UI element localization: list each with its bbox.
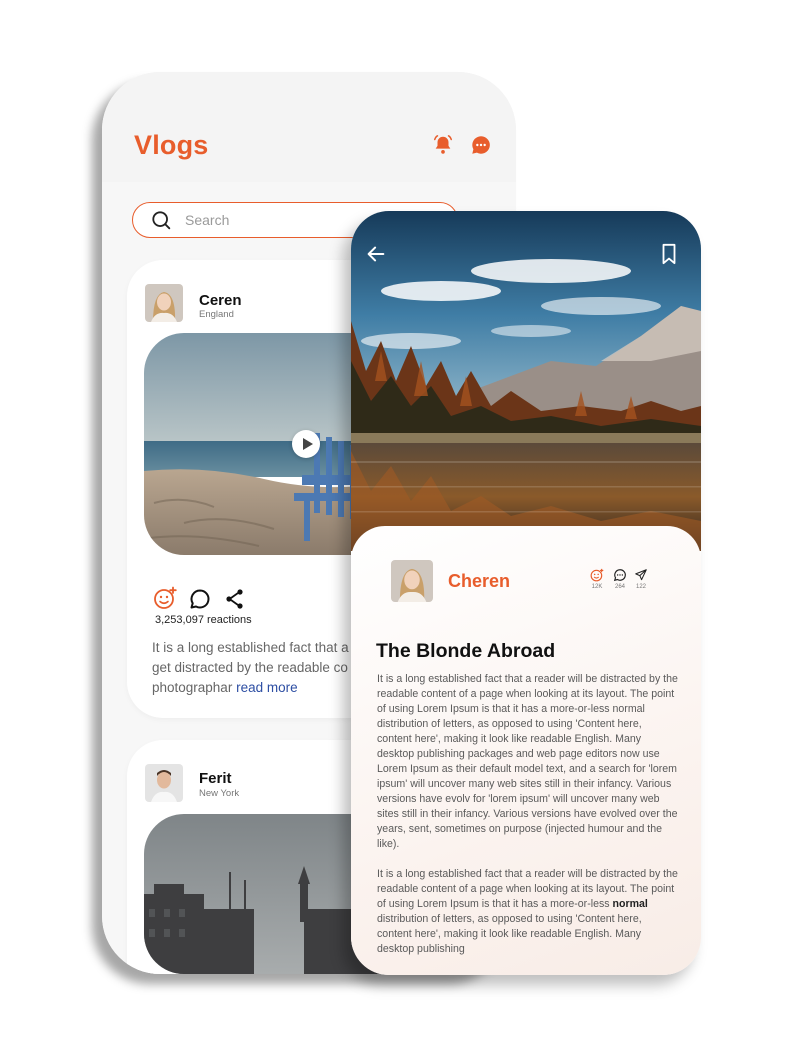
add-reaction-icon[interactable] [153,586,177,610]
post-line: get distracted by the readable co [152,660,348,675]
article-paragraph: It is a long established fact that a rea… [377,673,678,850]
author-name[interactable]: Cheren [448,571,510,592]
bold-text: normal [612,898,648,910]
reaction-count: 3,253,097 reactions [155,614,252,626]
comments-count: 264 [614,584,625,590]
comment-icon[interactable] [188,587,212,611]
shares-count: 122 [635,584,646,590]
post-location: England [199,309,234,320]
share-icon[interactable] [223,587,247,611]
comments-stat[interactable]: 264 [609,568,631,590]
vlog-detail-phone: Cheren 12K 264 122 The Blonde Abroad It … [351,211,701,975]
text-span: distribution of letters, as opposed to u… [377,913,642,955]
post-author[interactable]: Ceren [199,292,242,309]
reactions-count: 12K [591,584,603,590]
hero-image [351,211,701,551]
post-excerpt: It is a long established fact that a get… [152,638,362,698]
page-title: Vlogs [134,130,209,160]
chat-bubble-icon[interactable] [470,134,492,156]
post-line: photographar read more [152,678,362,698]
video-thumbnail[interactable] [144,814,384,974]
article-body: It is a long established fact that a rea… [377,672,679,972]
article-paragraph: It is a long established fact that a rea… [377,867,679,957]
bookmark-icon[interactable] [659,243,679,265]
avatar[interactable] [391,560,433,602]
add-reaction-icon [590,568,604,582]
reactions-stat[interactable]: 12K [586,568,608,590]
avatar[interactable] [145,764,183,802]
comment-icon [613,569,626,582]
post-author[interactable]: Ferit [199,770,232,787]
video-thumbnail[interactable] [144,333,384,555]
post-line-text: photographar [152,680,233,695]
avatar[interactable] [145,284,183,322]
search-icon [152,211,171,230]
app-header: Vlogs [102,72,516,182]
play-button[interactable] [292,430,320,458]
post-location: New York [199,788,240,799]
bell-icon[interactable] [432,134,454,156]
article-title: The Blonde Abroad [376,640,556,662]
article-sheet: Cheren 12K 264 122 The Blonde Abroad It … [351,526,701,975]
read-more-link[interactable]: read more [236,680,298,695]
shares-stat[interactable]: 122 [630,568,652,590]
post-line: It is a long established fact that a [152,640,349,655]
send-icon [635,569,647,581]
back-arrow-icon[interactable] [365,243,387,265]
